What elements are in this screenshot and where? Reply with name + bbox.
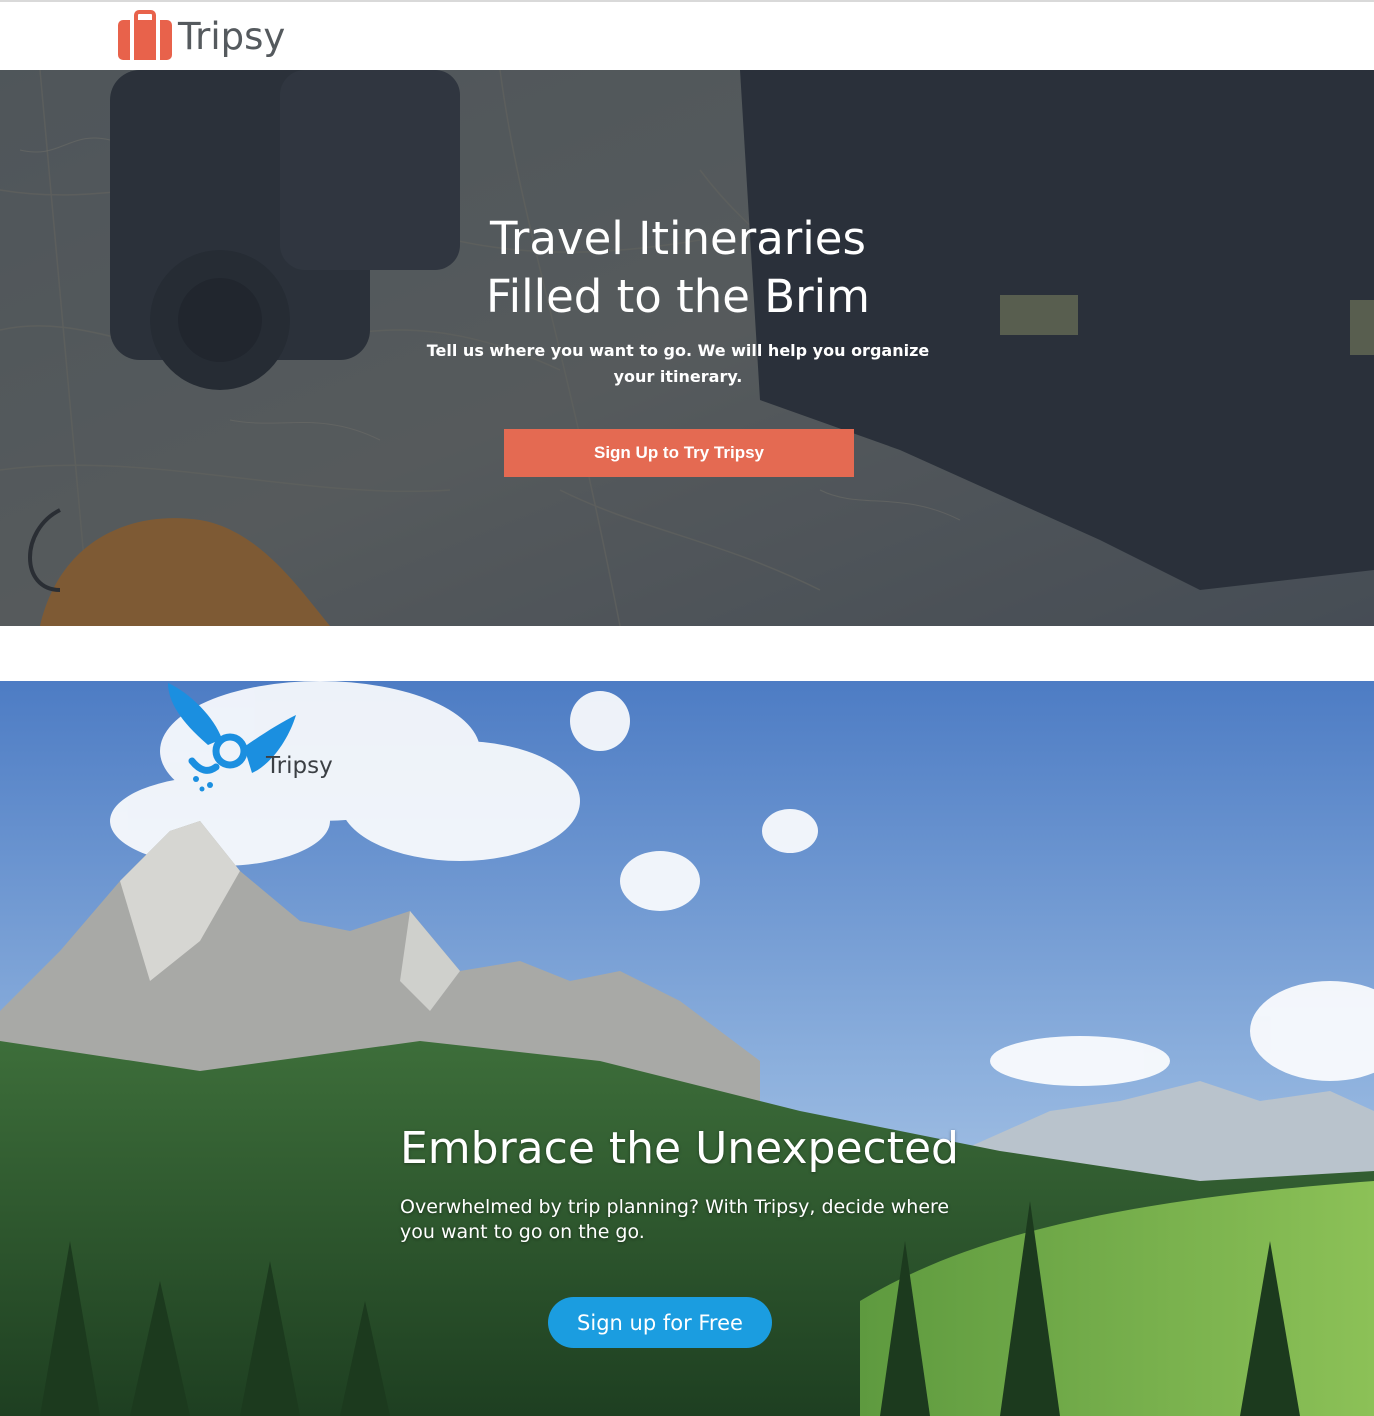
hero-banner-mountains: Tripsy Embrace the Unexpected Overwhelme…: [0, 681, 1374, 1416]
logo-text: Tripsy: [178, 14, 286, 58]
hero-subtitle: Tell us where you want to go. We will he…: [426, 341, 930, 386]
hero-title-line2: Filled to the Brim: [485, 270, 871, 323]
sign-up-free-button[interactable]: Sign up for Free: [548, 1297, 772, 1348]
sign-up-try-button[interactable]: Sign Up to Try Tripsy: [504, 429, 854, 477]
tripsy-fairy-logo[interactable]: Tripsy: [160, 681, 360, 793]
logo2-text: Tripsy: [266, 753, 333, 779]
hero2-title: Embrace the Unexpected: [400, 1123, 959, 1174]
suitcase-icon: [118, 10, 172, 60]
hero-title: Travel Itineraries Filled to the Brim: [378, 210, 978, 326]
hero-title-line1: Travel Itineraries: [490, 212, 866, 265]
hero-content: Travel Itineraries Filled to the Brim Te…: [0, 70, 1374, 626]
hero-banner-map: Travel Itineraries Filled to the Brim Te…: [0, 70, 1374, 626]
logo-link[interactable]: Tripsy: [116, 10, 285, 62]
site-header: Tripsy: [0, 2, 1374, 70]
hero2-subtitle: Overwhelmed by trip planning? With Trips…: [400, 1196, 950, 1243]
